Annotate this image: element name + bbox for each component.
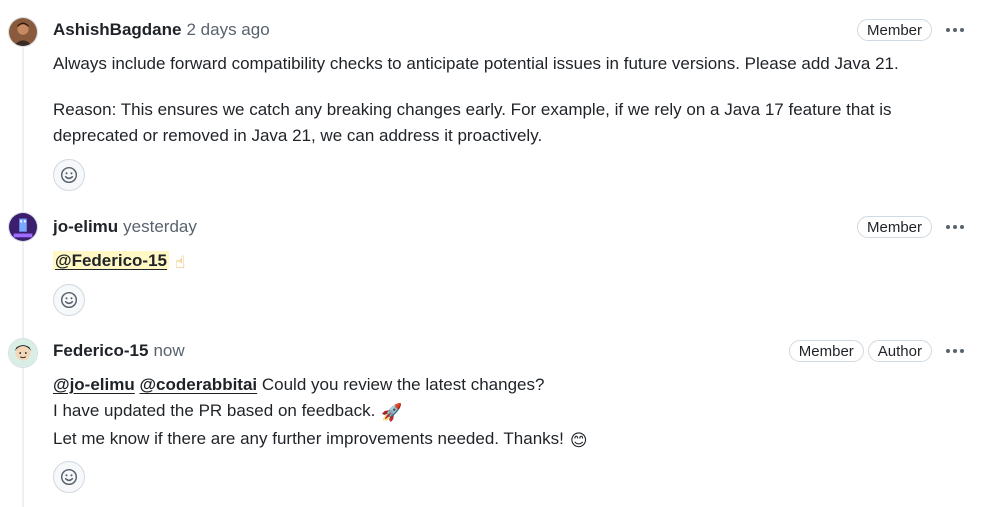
comment-tools: Member	[853, 214, 968, 240]
author-name[interactable]: Federico-15	[53, 341, 148, 361]
comment-paragraph: @Federico-15 ☝	[53, 248, 185, 276]
author-name[interactable]: jo-elimu	[53, 217, 118, 237]
timeline-line	[22, 44, 24, 507]
comment-header: Federico-15 now	[53, 338, 185, 364]
comment-paragraph: Let me know if there are any further imp…	[53, 426, 588, 454]
add-reaction-button[interactable]	[53, 461, 85, 493]
member-badge: Member	[856, 19, 932, 41]
comment-timestamp[interactable]: yesterday	[123, 217, 197, 237]
add-reaction-button[interactable]	[53, 159, 85, 191]
comment-paragraph: @jo-elimu @coderabbitai Could you review…	[53, 372, 588, 398]
user-mention[interactable]: @jo-elimu	[53, 375, 135, 394]
comment-paragraph: I have updated the PR based on feedback.…	[53, 398, 588, 426]
member-badge: Member	[788, 340, 864, 362]
comment-text: Could you review the latest changes?	[261, 375, 545, 394]
member-badge: Member	[856, 216, 932, 238]
comment-paragraph: deprecated or removed in Java 21, we can…	[53, 126, 543, 145]
avatar[interactable]	[8, 338, 38, 368]
kebab-horizontal-icon[interactable]	[942, 340, 968, 362]
author-badge: Author	[867, 340, 932, 362]
comment-tools: Member	[853, 17, 968, 43]
comment-timestamp[interactable]: now	[153, 341, 184, 361]
avatar-jo-elimu-image	[9, 213, 37, 241]
author-name[interactable]: AshishBagdane	[53, 20, 181, 40]
smiley-icon	[60, 166, 78, 184]
smiling-face-emoji: 😊	[569, 431, 588, 450]
comment-tools: Member Author	[785, 338, 968, 364]
rocket-emoji: 🚀	[381, 403, 403, 422]
comment-body: @jo-elimu @coderabbitai Could you review…	[53, 372, 588, 454]
smiley-icon	[60, 291, 78, 309]
comment-paragraph: Reason: This ensures we catch any breaki…	[53, 100, 892, 119]
avatar-federico-15-image	[9, 339, 37, 367]
comment-text: I have updated the PR based on feedback.	[53, 401, 376, 420]
kebab-horizontal-icon[interactable]	[942, 216, 968, 238]
comment-timestamp[interactable]: 2 days ago	[186, 20, 269, 40]
comment-paragraph: Always include forward compatibility che…	[53, 54, 899, 73]
add-reaction-button[interactable]	[53, 284, 85, 316]
comment-body: Always include forward compatibility che…	[53, 51, 899, 149]
comment-text: Let me know if there are any further imp…	[53, 429, 564, 448]
avatar[interactable]	[8, 17, 38, 47]
avatar[interactable]	[8, 212, 38, 242]
comment-body: @Federico-15 ☝	[53, 248, 185, 276]
kebab-horizontal-icon[interactable]	[942, 19, 968, 41]
comment-header: jo-elimu yesterday	[53, 214, 197, 240]
user-mention[interactable]: @Federico-15	[53, 251, 170, 270]
comment-header: AshishBagdane 2 days ago	[53, 17, 270, 43]
smiley-icon	[60, 468, 78, 486]
pointing-up-emoji: ☝	[175, 253, 186, 272]
avatar-ashishbagdane-image	[9, 18, 37, 46]
user-mention[interactable]: @coderabbitai	[139, 375, 257, 394]
